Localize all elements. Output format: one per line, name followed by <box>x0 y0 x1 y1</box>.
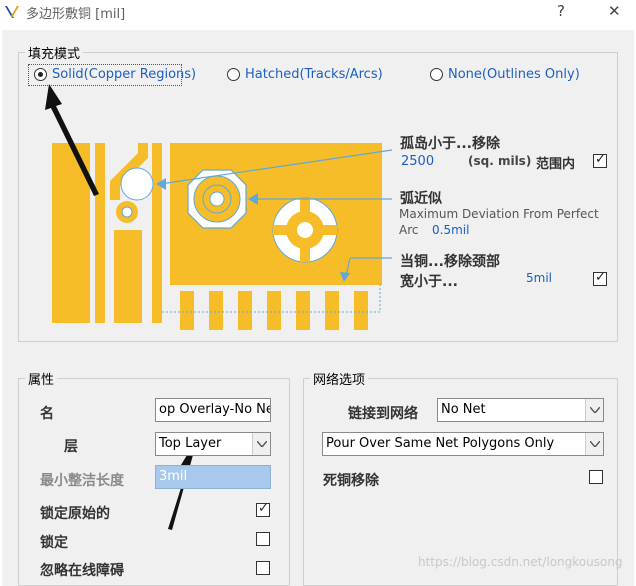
ignore-obstacles-checkbox[interactable] <box>256 561 270 575</box>
radio-hatched[interactable]: Hatched(Tracks/Arcs) <box>227 67 383 82</box>
chevron-down-icon[interactable] <box>585 433 603 455</box>
island-checkbox[interactable] <box>593 152 607 168</box>
name-label: 名 <box>40 406 54 422</box>
radio-none[interactable]: None(Outlines Only) <box>430 67 580 82</box>
radio-none-label: None(Outlines Only) <box>448 67 580 82</box>
app-logo-icon <box>5 6 19 18</box>
arc-desc-line1: Maximum Deviation From Perfect <box>399 207 599 221</box>
title-bar: 多边形敷铜 [mil] ? ✕ <box>0 0 636 26</box>
neck-value[interactable]: 5mil <box>526 271 552 285</box>
radio-hatched-circle[interactable] <box>227 68 240 81</box>
arc-value[interactable]: 0.5mil <box>432 223 469 237</box>
name-input[interactable]: op Overlay-No Net <box>155 398 271 422</box>
pour-over-select[interactable]: Pour Over Same Net Polygons Only <box>322 432 604 456</box>
fill-mode-title: 填充模式 <box>25 43 84 62</box>
connect-net-value: No Net <box>441 402 486 417</box>
neck-label-line1: 当铜...移除颈部 <box>400 254 500 270</box>
remove-dead-copper-checkbox[interactable] <box>589 470 603 484</box>
help-button[interactable]: ? <box>557 2 565 20</box>
radio-none-circle[interactable] <box>430 68 443 81</box>
remove-dead-copper-label: 死铜移除 <box>323 473 379 489</box>
window-title: 多边形敷铜 [mil] <box>26 7 126 22</box>
chevron-down-icon[interactable] <box>585 399 603 421</box>
locked-label: 锁定 <box>40 535 68 551</box>
connect-net-label: 链接到网络 <box>348 406 418 422</box>
chevron-down-icon[interactable] <box>252 433 270 455</box>
net-options-title: 网络选项 <box>310 369 369 388</box>
pour-over-value: Pour Over Same Net Polygons Only <box>326 436 555 451</box>
island-unit: (sq. mils) <box>468 154 532 168</box>
radio-hatched-label: Hatched(Tracks/Arcs) <box>245 67 383 82</box>
lock-primitives-label: 锁定原始的 <box>40 506 110 522</box>
neck-label-line2: 宽小于... <box>400 274 458 290</box>
layer-select-value: Top Layer <box>159 436 222 451</box>
arc-desc-line2: Arc <box>399 223 419 237</box>
close-button[interactable]: ✕ <box>608 2 621 20</box>
properties-title: 属性 <box>25 369 58 388</box>
ignore-obstacles-label: 忽略在线障碍 <box>40 563 124 579</box>
layer-label: 层 <box>64 439 78 455</box>
radio-solid-label: Solid(Copper Regions) <box>52 67 197 82</box>
radio-solid[interactable]: Solid(Copper Regions) <box>34 67 196 82</box>
layer-select[interactable]: Top Layer <box>155 432 271 456</box>
island-suffix: 范围内 <box>536 157 576 172</box>
fill-mode-group: 填充模式 <box>18 43 618 342</box>
min-len-input: 3mil <box>155 465 271 489</box>
min-len-label: 最小整洁长度 <box>40 473 124 489</box>
radio-solid-circle[interactable] <box>34 68 47 81</box>
island-label: 孤岛小于...移除 <box>400 136 500 152</box>
lock-primitives-checkbox[interactable] <box>256 501 270 517</box>
arc-label: 弧近似 <box>400 191 442 207</box>
locked-checkbox[interactable] <box>256 532 270 546</box>
island-value[interactable]: 2500 <box>401 154 434 169</box>
connect-net-select[interactable]: No Net <box>437 398 604 422</box>
watermark-text: https://blog.csdn.net/longkousong <box>418 555 623 569</box>
neck-checkbox[interactable] <box>593 270 607 286</box>
